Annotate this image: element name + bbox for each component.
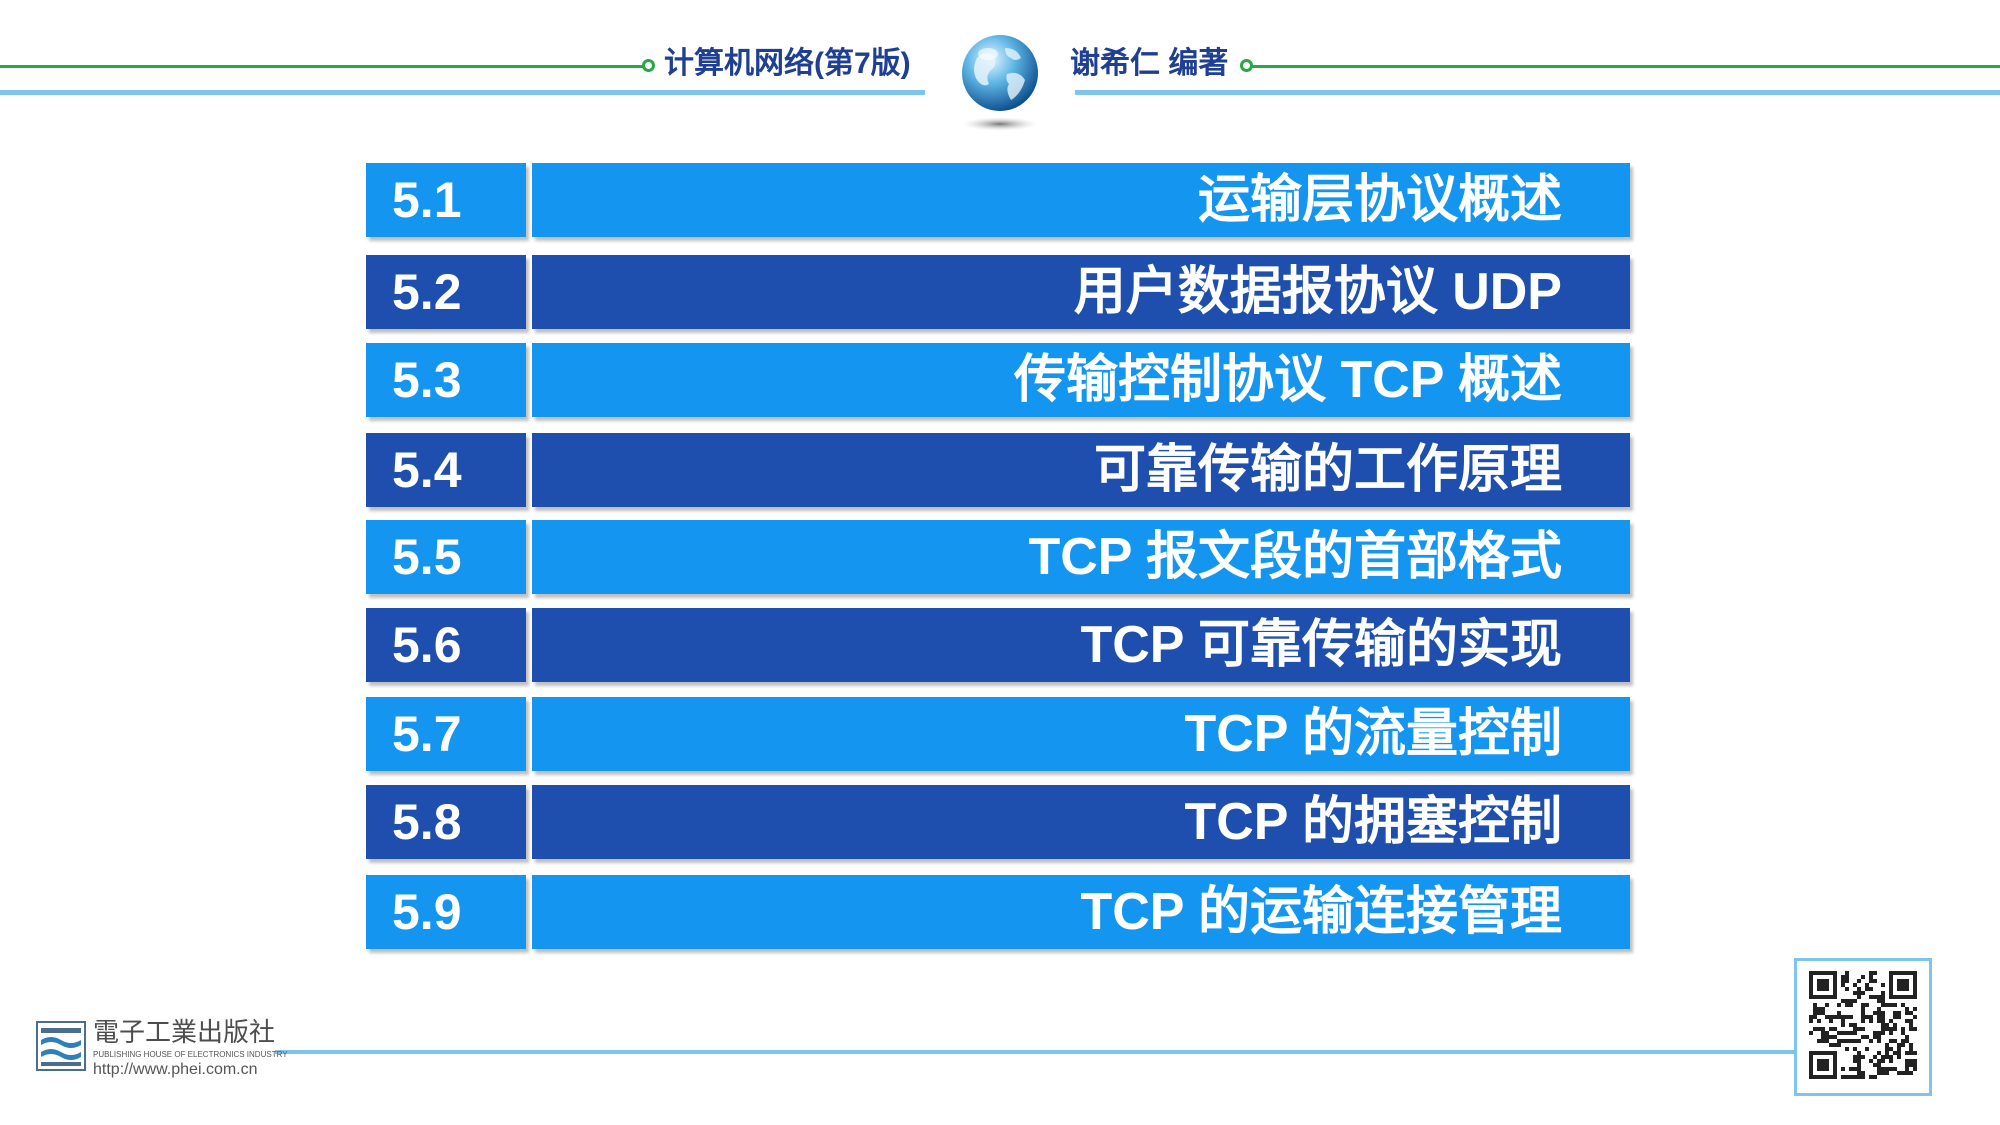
chapter-title: TCP 的运输连接管理: [532, 875, 1630, 949]
chapter-title: TCP 的流量控制: [532, 697, 1630, 771]
header-green-line-left: [0, 65, 643, 68]
chapter-row-5-8[interactable]: 5.8 TCP 的拥塞控制: [366, 785, 1630, 859]
chapter-row-5-9[interactable]: 5.9 TCP 的运输连接管理: [366, 875, 1630, 949]
chapter-title: TCP 报文段的首部格式: [532, 520, 1630, 594]
header-dot-right: [1240, 59, 1253, 72]
chapter-title: 用户数据报协议 UDP: [532, 255, 1630, 329]
chapter-number: 5.6: [366, 608, 526, 682]
chapter-row-5-3[interactable]: 5.3 传输控制协议 TCP 概述: [366, 343, 1630, 417]
chapter-number: 5.1: [366, 163, 526, 237]
chapter-number: 5.7: [366, 697, 526, 771]
chapter-row-5-1[interactable]: 5.1 运输层协议概述: [366, 163, 1630, 237]
globe-icon: [962, 35, 1038, 131]
chapter-title: 运输层协议概述: [532, 163, 1630, 237]
book-title: 计算机网络(第7版): [664, 47, 911, 80]
publisher-url[interactable]: http://www.phei.com.cn: [93, 1061, 258, 1079]
chapter-title: TCP 可靠传输的实现: [532, 608, 1630, 682]
chapter-number: 5.8: [366, 785, 526, 859]
author-name: 谢希仁 编著: [1070, 47, 1229, 80]
header-blue-line-right: [1075, 90, 2000, 95]
chapter-row-5-5[interactable]: 5.5 TCP 报文段的首部格式: [366, 520, 1630, 594]
chapter-number: 5.3: [366, 343, 526, 417]
header-green-line-right: [1252, 65, 2000, 68]
publisher-name-en: PUBLISHING HOUSE OF ELECTRONICS INDUSTRY: [93, 1050, 288, 1059]
header-blue-line-left: [0, 90, 925, 95]
chapter-row-5-2[interactable]: 5.2 用户数据报协议 UDP: [366, 255, 1630, 329]
footer-blue-line: [275, 1050, 1795, 1054]
chapter-row-5-7[interactable]: 5.7 TCP 的流量控制: [366, 697, 1630, 771]
chapter-number: 5.9: [366, 875, 526, 949]
chapter-row-5-6[interactable]: 5.6 TCP 可靠传输的实现: [366, 608, 1630, 682]
chapter-title: 传输控制协议 TCP 概述: [532, 343, 1630, 417]
publisher-logo-icon: [36, 1021, 86, 1071]
publisher-name-cn: 電子工業出版社: [93, 1018, 276, 1048]
header-dot-left: [642, 59, 655, 72]
chapter-number: 5.2: [366, 255, 526, 329]
chapter-title: 可靠传输的工作原理: [532, 433, 1630, 507]
chapter-number: 5.5: [366, 520, 526, 594]
chapter-title: TCP 的拥塞控制: [532, 785, 1630, 859]
qr-code-frame: [1794, 958, 1932, 1096]
qr-code-icon[interactable]: [1809, 971, 1917, 1079]
chapter-number: 5.4: [366, 433, 526, 507]
chapter-row-5-4[interactable]: 5.4 可靠传输的工作原理: [366, 433, 1630, 507]
